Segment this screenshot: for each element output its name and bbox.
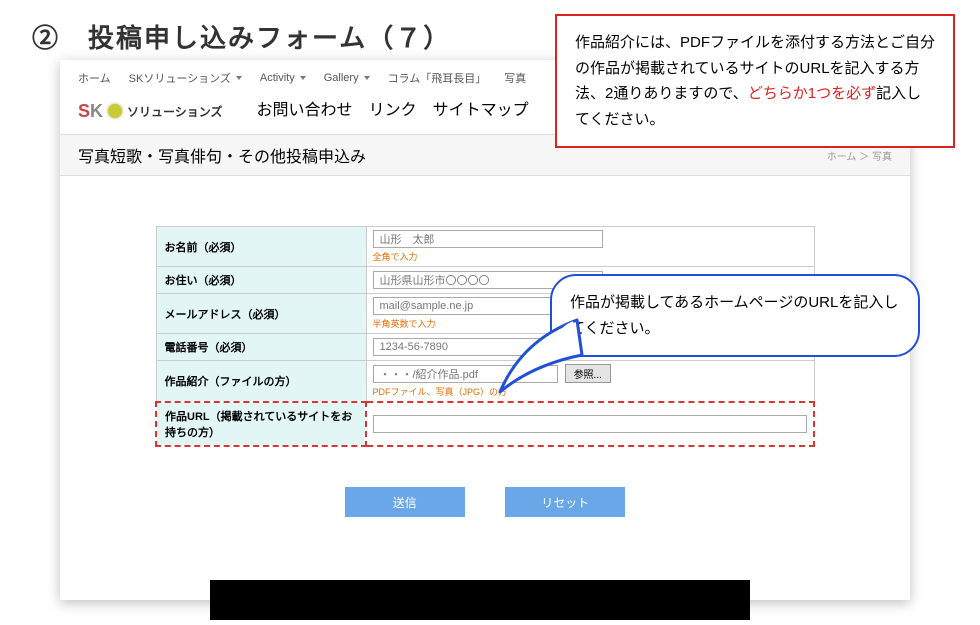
nav-link[interactable]: リンク xyxy=(369,96,417,120)
label-tel: 電話番号（必須） xyxy=(156,334,366,361)
callout-bubble: 作品が掲載してあるホームページのURLを記入してください。 xyxy=(550,274,920,357)
breadcrumb: ホーム ＞ 写真 xyxy=(827,148,892,163)
logo-dot-icon xyxy=(108,104,122,118)
label-addr: お住い（必須） xyxy=(156,267,366,294)
form-title: 写真短歌・写真俳句・その他投稿申込み xyxy=(78,143,366,167)
nav-photo[interactable]: 写真 xyxy=(504,70,526,86)
callout-top-em: どちらか1つを必ず xyxy=(748,85,876,102)
callout-bubble-text: 作品が掲載してあるホームページのURLを記入してください。 xyxy=(570,294,898,337)
nav-sk[interactable]: SKソリューションズ xyxy=(129,70,242,86)
label-file: 作品紹介（ファイルの方） xyxy=(156,361,366,403)
hint-name: 全角で入力 xyxy=(373,250,808,263)
nav-sitemap[interactable]: サイトマップ xyxy=(433,96,529,120)
nav-home[interactable]: ホーム xyxy=(78,70,111,86)
logo-text: ソリューションズ xyxy=(127,103,223,120)
logo-mark: SK xyxy=(78,101,103,122)
nav-contact[interactable]: お問い合わせ xyxy=(257,96,353,120)
nav-activity[interactable]: Activity xyxy=(260,72,306,84)
callout-top: 作品紹介には、PDFファイルを添付する方法とご自分の作品が掲載されているサイトの… xyxy=(555,14,955,148)
submit-button[interactable]: 送信 xyxy=(345,487,465,517)
input-url[interactable] xyxy=(373,415,807,433)
label-url: 作品URL（掲載されているサイトをお持ちの方） xyxy=(156,402,366,446)
footer-bar xyxy=(210,580,750,620)
label-name: お名前（必須） xyxy=(156,227,366,267)
input-name[interactable] xyxy=(373,230,603,248)
speech-pointer-icon xyxy=(492,310,592,400)
reset-button[interactable]: リセット xyxy=(505,487,625,517)
nav-column[interactable]: コラム「飛耳長目」 xyxy=(388,70,487,86)
label-mail: メールアドレス（必須） xyxy=(156,294,366,334)
nav-gallery[interactable]: Gallery xyxy=(324,72,370,84)
